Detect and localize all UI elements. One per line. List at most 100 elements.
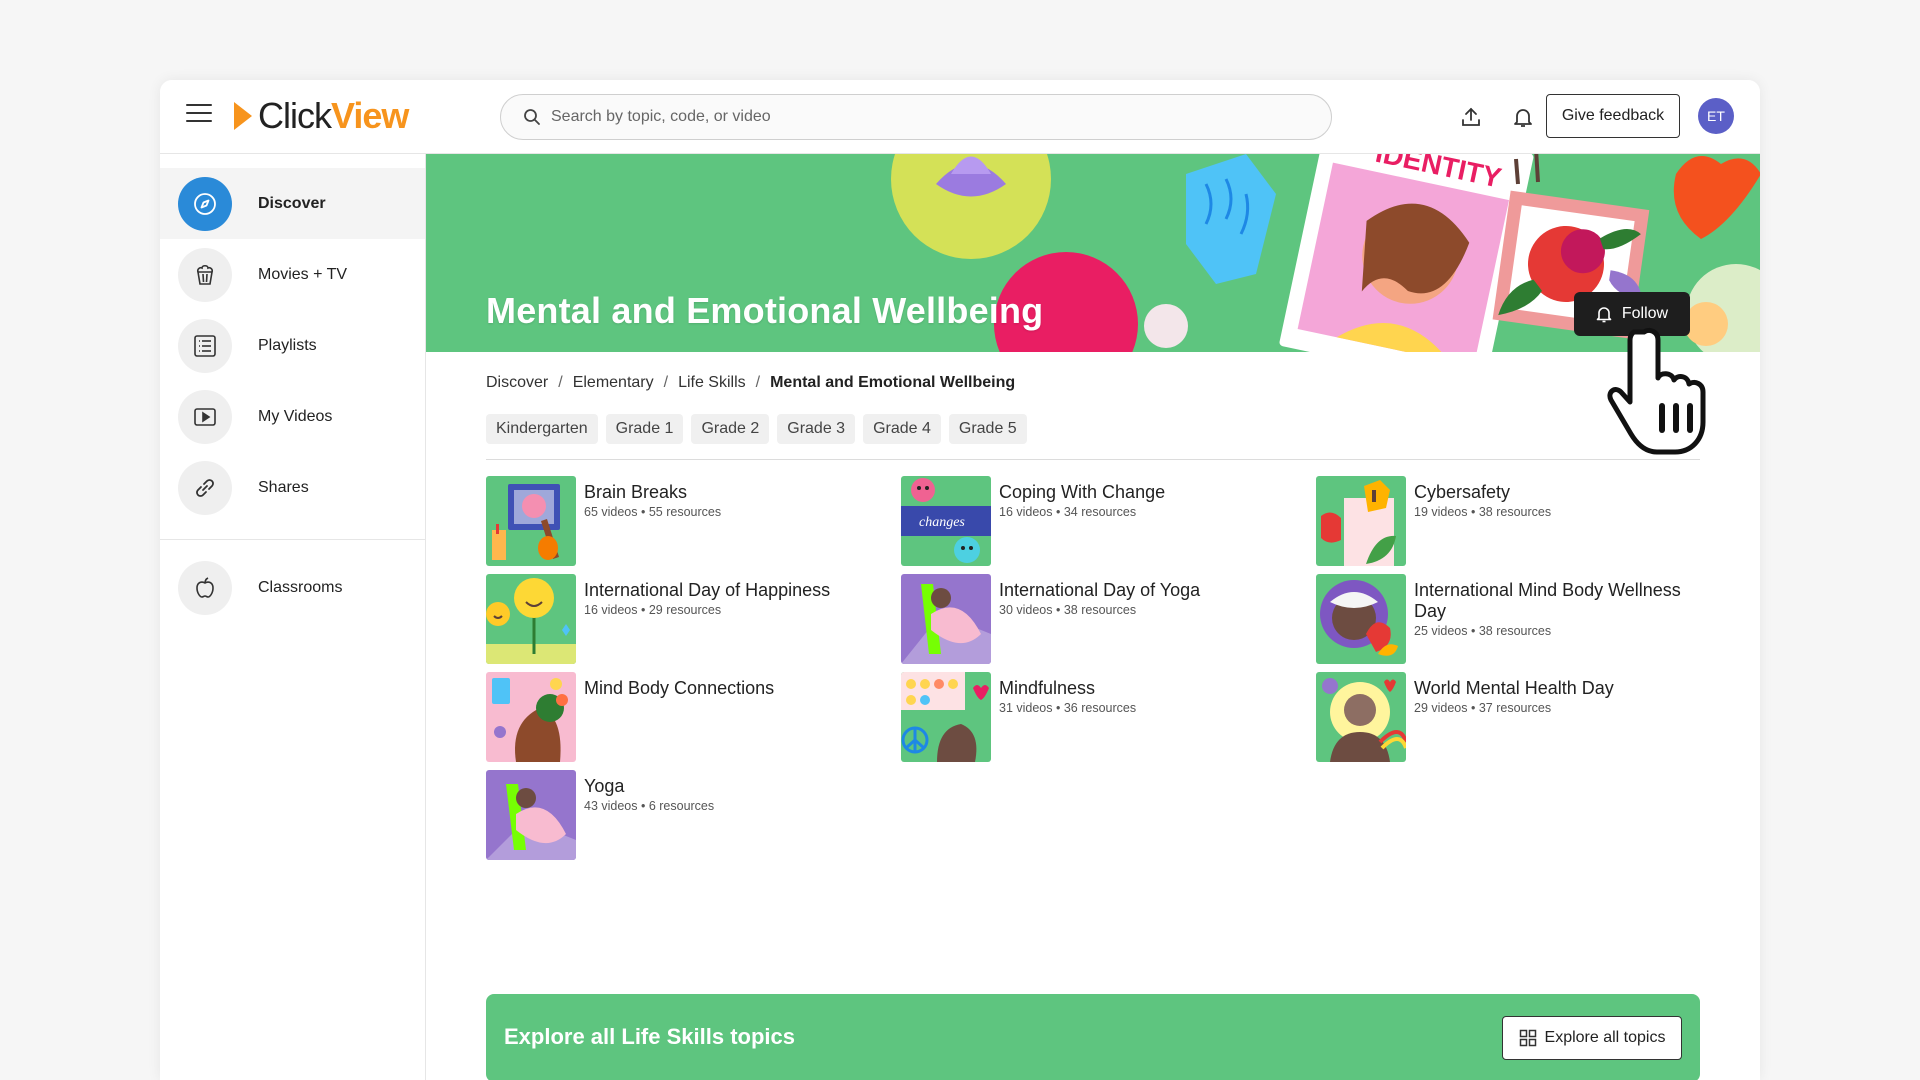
grid-icon: [1519, 1029, 1536, 1047]
topic-title: International Mind Body Wellness Day: [1414, 580, 1681, 621]
sidebar-item-classrooms[interactable]: Classrooms: [160, 552, 425, 623]
topic-thumbnail: [1316, 476, 1406, 566]
apple-icon: [178, 560, 232, 615]
topic-thumbnail: [486, 672, 576, 762]
grade-chip-grade-4[interactable]: Grade 4: [863, 414, 941, 444]
menu-icon[interactable]: [186, 104, 212, 126]
topic-thumbnail: changes: [901, 476, 991, 566]
breadcrumb-separator: /: [558, 374, 563, 391]
logo-play-icon: [234, 102, 252, 130]
topic-thumbnail: [901, 574, 991, 664]
topic-card-yoga[interactable]: Yoga 43 videos • 6 resources: [486, 770, 886, 860]
follow-button[interactable]: Follow: [1574, 292, 1690, 336]
explore-all-topics-button[interactable]: Explore all topics: [1502, 1016, 1682, 1060]
topic-meta: 16 videos • 29 resources: [584, 603, 722, 617]
topic-meta: 43 videos • 6 resources: [584, 799, 715, 813]
topic-meta: 65 videos • 55 resources: [584, 505, 722, 519]
topic-thumbnail: [901, 672, 991, 762]
bell-icon: [1596, 307, 1612, 323]
breadcrumb-link-elementary[interactable]: Elementary: [573, 374, 654, 392]
grade-chip-grade-3[interactable]: Grade 3: [777, 414, 856, 444]
section-divider: [486, 459, 1700, 460]
thumbnail-changes-text: changes: [919, 515, 965, 530]
topic-card-mindfulness[interactable]: Mindfulness 31 videos • 36 resources: [901, 672, 1301, 762]
compass-icon: [178, 176, 232, 231]
explore-all-banner: Explore all Life Skills topics Explore a…: [486, 994, 1700, 1080]
search-input[interactable]: [551, 108, 1311, 126]
topic-thumbnail: [486, 770, 576, 860]
bell-icon[interactable]: [1508, 102, 1538, 132]
sidebar-item-my-videos[interactable]: My Videos: [160, 381, 425, 452]
breadcrumb-separator: /: [755, 374, 761, 391]
topic-title: International Day of Happiness: [584, 580, 831, 600]
sidebar-item-label: Discover: [258, 194, 326, 212]
topic-title: Brain Breaks: [584, 482, 688, 502]
topic-meta: 16 videos • 34 resources: [999, 505, 1137, 519]
search-bar[interactable]: [500, 94, 1332, 140]
topic-meta: 25 videos • 38 resources: [1414, 624, 1552, 638]
topic-banner: IDENTITY Mental and Emotional Wellbeing …: [426, 154, 1760, 352]
breadcrumb: Discover / Elementary / Life Skills / Me…: [486, 374, 1015, 392]
topic-card-international-day-of-yoga[interactable]: International Day of Yoga 30 videos • 38 …: [901, 574, 1301, 664]
topic-title: International Day of Yoga: [999, 580, 1201, 600]
upload-icon[interactable]: [1456, 102, 1486, 132]
give-feedback-button[interactable]: Give feedback: [1546, 94, 1680, 138]
list-icon: [178, 318, 232, 373]
topic-card-cybersafety[interactable]: Cybersafety 19 videos • 38 resources: [1316, 476, 1716, 566]
topic-title: Cybersafety: [1414, 482, 1511, 502]
explore-all-title: Explore all Life Skills topics: [504, 1024, 795, 1049]
grade-chip-kindergarten[interactable]: Kindergarten: [486, 414, 598, 444]
sidebar: Discover Movies + TV Playlists My Videos…: [160, 154, 426, 1080]
app-window: ClickView Give feedback ET Discover Movi…: [160, 80, 1760, 1080]
search-icon: [524, 109, 540, 125]
topic-meta: 30 videos • 38 resources: [999, 603, 1137, 617]
follow-label: Follow: [1621, 305, 1669, 322]
user-avatar[interactable]: ET: [1698, 98, 1734, 134]
sidebar-item-playlists[interactable]: Playlists: [160, 310, 425, 381]
topic-card-world-mental-health-day[interactable]: World Mental Health Day 29 videos • 37 re…: [1316, 672, 1716, 762]
topic-meta: 29 videos • 37 resources: [1414, 701, 1552, 715]
grade-chip-grade-2[interactable]: Grade 2: [691, 414, 770, 444]
topic-card-brain-breaks[interactable]: Brain Breaks 65 videos • 55 resources: [486, 476, 886, 566]
play-icon: [178, 389, 232, 444]
sidebar-divider: [160, 539, 425, 540]
sidebar-item-label: Playlists: [258, 336, 317, 354]
breadcrumb-separator: /: [663, 374, 669, 391]
topic-title: World Mental Health Day: [1414, 678, 1614, 698]
sidebar-item-discover[interactable]: Discover: [160, 168, 425, 239]
link-icon: [178, 460, 232, 515]
breadcrumb-link-discover[interactable]: Discover: [486, 374, 548, 392]
topic-meta: 19 videos • 38 resources: [1414, 505, 1552, 519]
topic-card-coping-with-change[interactable]: changes Coping With Change 16 videos • 34…: [901, 476, 1301, 566]
main-content: IDENTITY Mental and Emotional Wellbeing …: [426, 154, 1760, 1080]
popcorn-icon: [178, 247, 232, 302]
top-bar: ClickView Give feedback ET: [160, 80, 1760, 154]
sidebar-item-label: Movies + TV: [258, 265, 348, 283]
topic-thumbnail: [486, 476, 576, 566]
sidebar-item-shares[interactable]: Shares: [160, 452, 425, 523]
topic-meta: 31 videos • 36 resources: [999, 701, 1137, 715]
grade-filter: Kindergarten Grade 1 Grade 2 Grade 3 Gra…: [486, 414, 1027, 444]
logo-text-click: Click: [258, 95, 332, 136]
page-title: Mental and Emotional Wellbeing: [486, 290, 1044, 331]
grade-chip-grade-1[interactable]: Grade 1: [605, 414, 684, 444]
sidebar-item-label: Classrooms: [258, 578, 343, 596]
topic-card-international-mind-body-wellness-day[interactable]: International Mind Body Wellness Day 25 v…: [1316, 574, 1716, 664]
grade-chip-grade-5[interactable]: Grade 5: [948, 414, 1027, 444]
topic-thumbnail: [1316, 672, 1406, 762]
sidebar-item-label: Shares: [258, 478, 309, 496]
clickview-logo[interactable]: Click View: [234, 94, 409, 138]
sidebar-item-movies-tv[interactable]: Movies + TV: [160, 239, 425, 310]
topic-card-mind-body-connections[interactable]: Mind Body Connections: [486, 672, 886, 762]
breadcrumb-current: Mental and Emotional Wellbeing: [770, 374, 1016, 391]
sidebar-item-label: My Videos: [258, 407, 333, 425]
topic-title: Yoga: [584, 776, 625, 796]
explore-all-topics-label: Explore all topics: [1544, 1029, 1666, 1046]
topic-card-international-day-of-happiness[interactable]: International Day of Happiness 16 videos …: [486, 574, 886, 664]
logo-text-view: View: [331, 95, 409, 136]
topic-title: Mindfulness: [999, 678, 1096, 698]
topic-title: Coping With Change: [999, 482, 1166, 502]
breadcrumb-link-life-skills[interactable]: Life Skills: [678, 374, 746, 392]
topic-title: Mind Body Connections: [584, 678, 775, 698]
topic-thumbnail: [486, 574, 576, 664]
